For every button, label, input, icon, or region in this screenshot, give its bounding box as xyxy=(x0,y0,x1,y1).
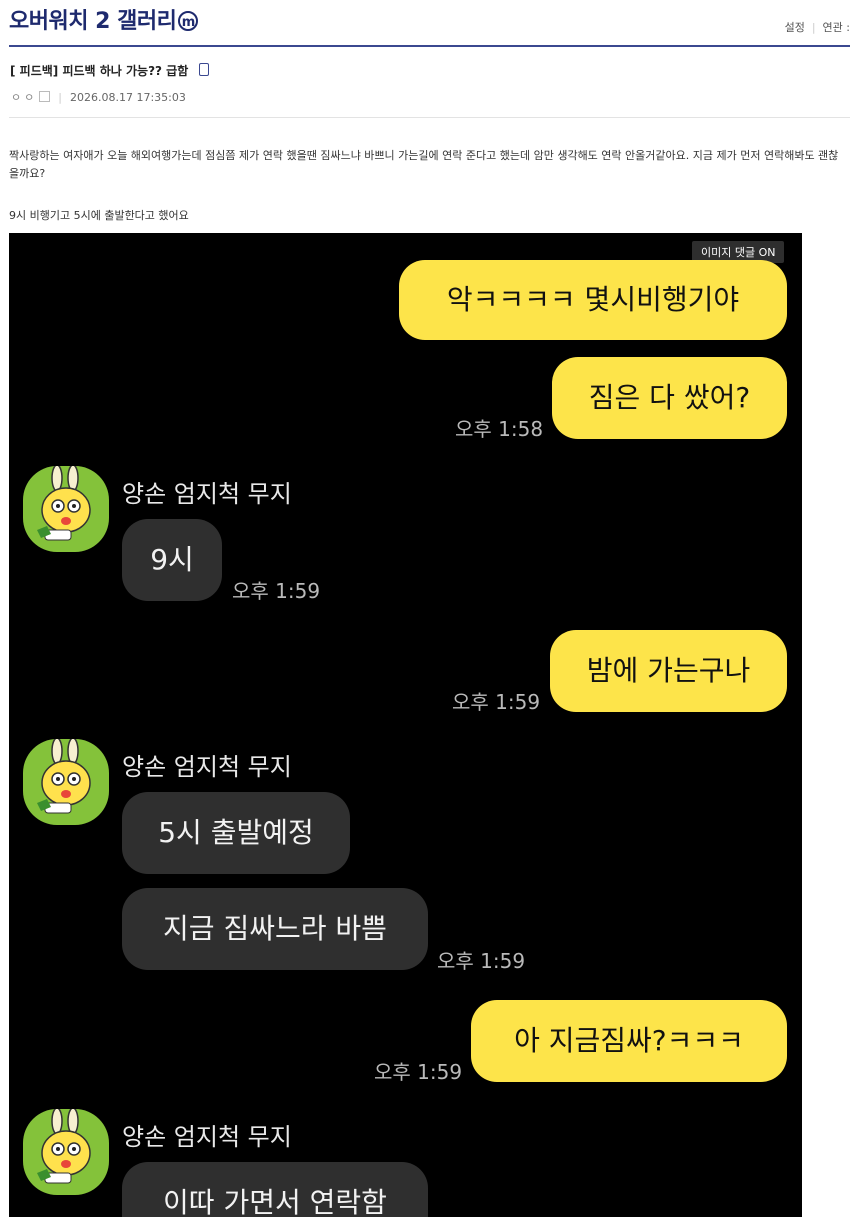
post-title-text: [ 피드백] 피드백 하나 가능?? 급함 xyxy=(10,64,189,78)
meta-divider xyxy=(9,117,850,118)
chat-bubble-sent: 악ㅋㅋㅋㅋ 몇시비행기야 xyxy=(399,260,787,340)
friend-name: 양손 엄지척 무지 xyxy=(122,1123,292,1151)
muzi-character-icon xyxy=(37,466,91,541)
friend-avatar xyxy=(23,466,109,552)
chat-bubble-sent: 아 지금짐싸?ㅋㅋㅋ xyxy=(471,1000,787,1082)
minor-gallery-badge-icon: m xyxy=(178,11,199,31)
post-title: [ 피드백] 피드백 하나 가능?? 급함 xyxy=(10,62,210,79)
gallery-header: 오버워치 2 갤러리 m 설정 | 연관 : xyxy=(0,0,850,48)
chat-timestamp: 오후 1:59 xyxy=(437,949,526,973)
chat-timestamp: 오후 1:59 xyxy=(232,579,321,603)
chat-bubble-received: 이따 가면서 연락함 xyxy=(122,1162,428,1217)
friend-name: 양손 엄지척 무지 xyxy=(122,753,292,781)
chat-bubble-sent: 짐은 다 쌌어? xyxy=(552,357,787,439)
related-link[interactable]: 연관 : xyxy=(823,21,850,34)
friend-avatar xyxy=(23,1109,109,1195)
muzi-character-icon xyxy=(37,1109,91,1184)
chat-timestamp: 오후 1:59 xyxy=(374,1060,463,1084)
chat-bubble-received: 9시 xyxy=(122,519,222,601)
gallery-title[interactable]: 오버워치 2 갤러리 m xyxy=(9,3,199,35)
chat-screenshot-image: 이미지 댓글 ON 악ㅋㅋㅋㅋ 몇시비행기야 오후 1:58 짐은 다 쌌어? … xyxy=(9,233,802,1217)
chat-timestamp: 오후 1:59 xyxy=(452,690,541,714)
chat-bubble-sent: 밤에 가는구나 xyxy=(550,630,787,712)
muzi-character-icon xyxy=(37,739,91,814)
post-body-paragraph-1: 짝사랑하는 여자애가 오늘 해외여행가는데 점심쯤 제가 연락 했을땐 짐싸느냐… xyxy=(9,149,839,180)
friend-avatar xyxy=(23,739,109,825)
post-body-paragraph-2: 9시 비행기고 5시에 출발한다고 했어요 xyxy=(9,209,189,222)
post-date: 2026.08.17 17:35:03 xyxy=(69,91,186,104)
mobile-post-icon xyxy=(199,63,210,76)
chat-timestamp: 오후 1:58 xyxy=(455,417,544,441)
settings-link[interactable]: 설정 xyxy=(785,21,805,34)
header-links: 설정 | 연관 : xyxy=(784,21,850,34)
post-meta: ㅇㅇ | 2026.08.17 17:35:03 xyxy=(11,91,186,104)
chat-bubble-received: 5시 출발예정 xyxy=(122,792,350,874)
header-divider xyxy=(9,45,850,47)
chat-bubble-received: 지금 짐싸느라 바쁨 xyxy=(122,888,428,970)
friend-name: 양손 엄지척 무지 xyxy=(122,480,292,508)
nickname-icon xyxy=(39,91,51,102)
author-name[interactable]: ㅇㅇ xyxy=(11,91,37,104)
